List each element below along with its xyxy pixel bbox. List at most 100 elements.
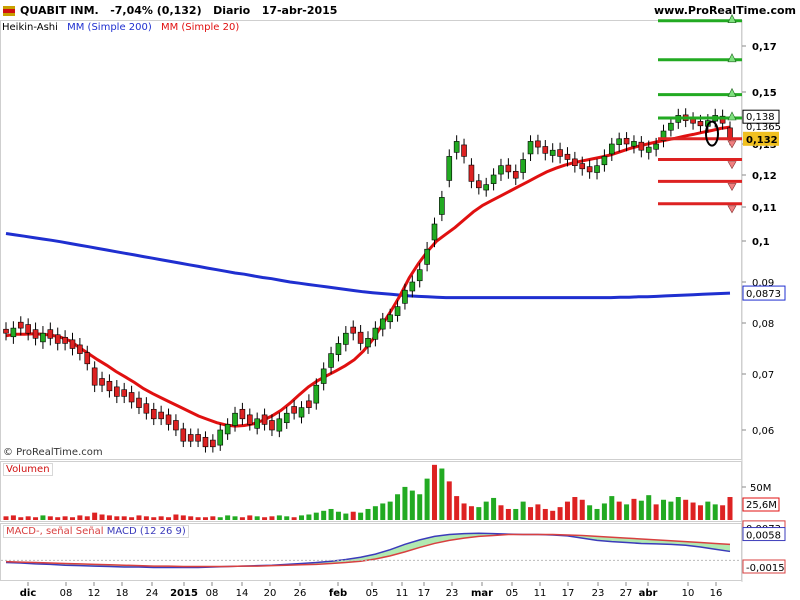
volume-bar [439,468,445,520]
ma20-price-label: 0,1365 [746,122,781,133]
volume-bar [202,517,208,520]
candle [69,339,76,349]
x-tick-label: 16 [710,588,723,599]
candle [638,141,645,151]
candle [527,141,534,155]
candle [187,434,194,442]
volume-bar [121,516,127,520]
volume-bar [372,506,378,520]
volume-bar [572,497,578,520]
ma200-label[interactable]: MM (Simple 200) [67,22,152,33]
volume-bar [25,516,31,520]
volume-panel-label[interactable]: Volumen [3,463,53,476]
candle [114,386,120,397]
macd-label-2: Señal [75,526,104,537]
volume-bar [638,500,644,520]
candle [431,223,438,241]
volume-bar [77,515,83,520]
candle [121,389,128,397]
x-tick-label: 10 [682,588,695,599]
candle [483,184,490,191]
macd-panel-label[interactable]: MACD-, señal Señal MACD (12 26 9) [3,525,189,538]
indicator-legend: Heikin-Ashi MM (Simple 200) MM (Simple 2… [2,22,245,33]
volume-bar [535,504,541,520]
chart-style-label[interactable]: Heikin-Ashi [2,22,58,33]
x-tick-label: 12 [88,588,101,599]
candle [476,180,482,189]
volume-bar [712,504,718,520]
volume-bar [262,517,268,520]
y-tick-label: 0,1 [752,237,770,248]
volume-bar [550,510,556,520]
candle [498,165,504,175]
macd-value-label: -0,0015 [746,563,785,574]
volume-bar [84,516,90,520]
y-tick-label: 0,15 [752,88,777,99]
volume-bar [646,495,652,520]
candle [631,141,637,147]
candle [379,318,386,330]
volume-bar [528,507,534,520]
candle [91,367,98,386]
ma20-label[interactable]: MM (Simple 20) [161,22,239,33]
volume-bar [624,504,630,520]
volume-bar [365,508,371,520]
candle [217,429,224,446]
volume-bar [158,516,164,520]
volume-bar [417,494,423,520]
candle [461,144,467,157]
candle [210,439,216,448]
volume-bar [321,510,327,520]
x-tick-label: 27 [620,588,633,599]
candle [224,424,231,435]
candle [173,420,179,431]
volume-bar [254,516,260,520]
volume-bar [151,517,157,520]
volume-bar [513,508,519,520]
volume-bar [136,515,142,520]
x-tick-label: 17 [418,588,431,599]
x-tick-label: 20 [264,588,277,599]
site-link[interactable]: www.ProRealTime.com [654,4,796,17]
volume-bar [69,517,75,520]
volume-bar [313,512,319,520]
y-tick-label: 0,11 [752,203,777,214]
candle [239,408,246,420]
candle [387,314,393,323]
volume-bar [92,512,98,520]
volume-bar [106,515,112,520]
volume-bar [683,499,689,520]
candle [283,412,290,424]
candle [106,380,113,392]
volume-bar [343,513,349,520]
copyright: © ProRealTime.com [3,447,103,458]
candle [564,153,571,160]
volume-bar [47,516,53,520]
candle [549,149,556,156]
candle [25,324,31,334]
candle [136,397,142,408]
volume-bar [542,508,548,520]
candle [365,337,371,348]
candle [10,327,17,338]
volume-bar [328,508,334,520]
x-tick-label: abr [639,588,658,599]
volume-bar [616,501,622,520]
macd-value-label: 0,0058 [746,531,781,542]
volume-bar [431,464,437,520]
candle [439,197,445,215]
volume-bar [491,497,497,520]
volume-bar [395,494,401,520]
candle [394,306,401,316]
candle [47,329,54,339]
candle [453,141,460,153]
x-tick-label: feb [329,588,347,599]
candle [3,328,9,334]
instrument-flag-icon [3,6,15,19]
volume-bar [505,508,511,520]
candle [424,248,430,265]
candle [269,420,275,431]
candle [306,400,312,408]
candle [572,158,578,167]
candle [343,332,349,345]
